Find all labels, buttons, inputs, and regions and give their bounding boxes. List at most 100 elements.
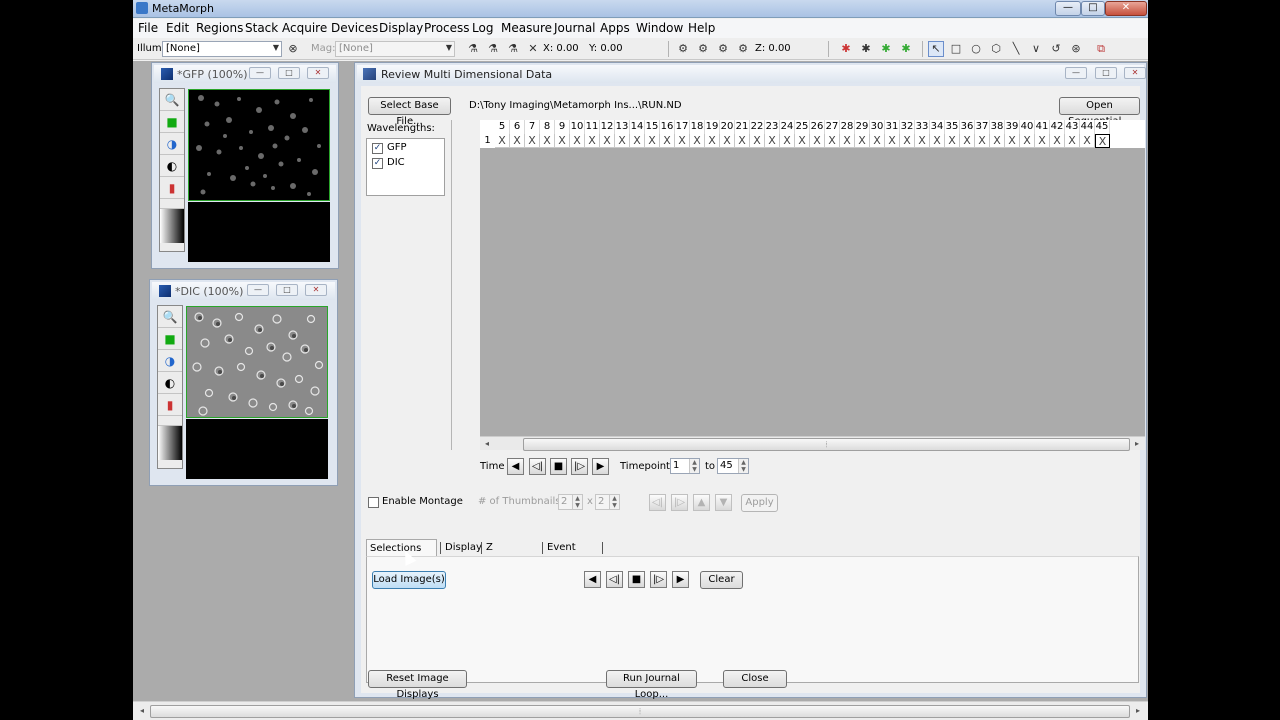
time-step-back-icon[interactable]: ◁| (529, 458, 546, 475)
grid-column-21[interactable]: 21 (735, 120, 750, 134)
menu-display[interactable]: Display (379, 21, 423, 35)
grid-column-26[interactable]: 26 (810, 120, 825, 134)
roi-points-icon[interactable]: ✱ (858, 41, 874, 57)
clear-button[interactable]: Clear (700, 571, 743, 589)
menu-log[interactable]: Log (472, 21, 493, 35)
grid-cell-x[interactable]: X (615, 134, 630, 148)
grid-column-42[interactable]: 42 (1050, 120, 1065, 134)
dic-minimize-button[interactable]: — (247, 284, 269, 296)
arc-tool-icon[interactable]: ↺ (1048, 41, 1064, 57)
grid-cell-x[interactable]: X (495, 134, 510, 148)
grid-cell-x[interactable]: X (900, 134, 915, 148)
select-base-file-button[interactable]: Select Base File... (368, 97, 451, 127)
grid-column-33[interactable]: 33 (915, 120, 930, 134)
grid-cell-x[interactable]: X (585, 134, 600, 148)
grid-column-12[interactable]: 12 (600, 120, 615, 134)
grid-column-11[interactable]: 11 (585, 120, 600, 134)
grid-cell-x[interactable]: X (675, 134, 690, 148)
grid-column-29[interactable]: 29 (855, 120, 870, 134)
grid-cell-x[interactable]: X (840, 134, 855, 148)
stage-move-icon[interactable]: ⚗ (465, 41, 481, 57)
grid-column-31[interactable]: 31 (885, 120, 900, 134)
region-options-icon[interactable]: ⧉ (1093, 41, 1109, 57)
zoom-icon[interactable]: 🔍 (158, 306, 182, 328)
thumb-rows-spinner[interactable]: 2 ▲ ▼ (595, 494, 620, 510)
time-play-forward-icon[interactable]: ▶ (592, 458, 609, 475)
grid-cell-x[interactable]: X (825, 134, 840, 148)
grid-cell-x[interactable]: X (870, 134, 885, 148)
timepoint-grid[interactable]: 5 6 7 8 9 10 11 12 13 14 15 16 17 18 19 20 21 22 23 24 25 26 2… (480, 120, 1145, 451)
grid-column-28[interactable]: 28 (840, 120, 855, 134)
grid-column-32[interactable]: 32 (900, 120, 915, 134)
grid-cell-x[interactable]: X (540, 134, 555, 148)
grid-cell-x[interactable]: X (570, 134, 585, 148)
stage-mark-icon[interactable]: ⚗ (485, 41, 501, 57)
grid-column-5[interactable]: 5 (495, 120, 510, 134)
grid-cell-x[interactable]: X (645, 134, 660, 148)
grid-column-23[interactable]: 23 (765, 120, 780, 134)
dialog-maximize-button[interactable]: □ (1095, 67, 1117, 79)
grid-column-13[interactable]: 13 (615, 120, 630, 134)
roi-tool-icon[interactable]: ✱ (838, 41, 854, 57)
close-dialog-button[interactable]: Close (723, 670, 787, 688)
menu-acquire[interactable]: Acquire (282, 21, 327, 35)
grid-column-7[interactable]: 7 (525, 120, 540, 134)
open-sequential-button[interactable]: Open Sequential... (1059, 97, 1140, 127)
grid-cell-x[interactable]: X (630, 134, 645, 148)
grid-column-20[interactable]: 20 (720, 120, 735, 134)
selection-play-reverse-icon[interactable]: ◀ (584, 571, 601, 588)
scroll-right-icon[interactable]: ▸ (1130, 437, 1144, 451)
grid-column-37[interactable]: 37 (975, 120, 990, 134)
contrast-icon[interactable]: ◐ (158, 372, 182, 394)
grid-row-1[interactable]: 1 XXXXXXXXXXXXXXXXXXXXXXXXXXXXXXXXXXXXXX… (480, 134, 1145, 148)
splitter[interactable] (451, 120, 452, 450)
grid-column-38[interactable]: 38 (990, 120, 1005, 134)
dic-maximize-button[interactable]: □ (276, 284, 298, 296)
montage-last-icon[interactable]: |▷ (671, 494, 688, 511)
spinner-arrows-icon[interactable]: ▲ ▼ (738, 459, 748, 473)
grid-horizontal-scrollbar[interactable]: ◂ ⦙ ▸ (480, 436, 1145, 451)
grid-column-45[interactable]: 45 (1095, 120, 1110, 134)
multiline-tool-icon[interactable]: ∨ (1028, 41, 1044, 57)
grid-column-16[interactable]: 16 (660, 120, 675, 134)
grid-column-36[interactable]: 36 (960, 120, 975, 134)
scroll-left-icon[interactable]: ◂ (480, 437, 494, 451)
grid-column-27[interactable]: 27 (825, 120, 840, 134)
grid-cell-x[interactable]: X (720, 134, 735, 148)
pointer-tool-icon[interactable]: ↖ (928, 41, 944, 57)
tab-event-marks[interactable]: Event marks (544, 539, 581, 571)
time-play-reverse-icon[interactable]: ◀ (507, 458, 524, 475)
stage-xy-icon[interactable]: ✕ (525, 41, 541, 57)
grid-cell-x[interactable]: X (1020, 134, 1035, 148)
grid-cell-x[interactable]: X (1050, 134, 1065, 148)
run-journal-loop-button[interactable]: Run Journal Loop... (606, 670, 697, 700)
dic-image-view[interactable] (186, 306, 328, 418)
grid-cell-x[interactable]: X (1080, 134, 1095, 148)
z-axis-icon[interactable]: ⚙ (735, 41, 751, 57)
grid-column-18[interactable]: 18 (690, 120, 705, 134)
menu-journal[interactable]: Journal (554, 21, 596, 35)
menu-regions[interactable]: Regions (196, 21, 243, 35)
menu-window[interactable]: Window (636, 21, 683, 35)
dic-close-button[interactable]: ✕ (305, 284, 327, 296)
scroll-left-icon[interactable]: ◂ (135, 704, 149, 718)
grid-column-6[interactable]: 6 (510, 120, 525, 134)
gfp-close-button[interactable]: ✕ (307, 67, 329, 79)
grid-cell-x[interactable]: X (990, 134, 1005, 148)
grid-cell-x[interactable]: X (855, 134, 870, 148)
focus-down-icon[interactable]: ⚙ (715, 41, 731, 57)
grid-cell-x[interactable]: X (930, 134, 945, 148)
grid-column-14[interactable]: 14 (630, 120, 645, 134)
dialog-minimize-button[interactable]: — (1065, 67, 1087, 79)
menu-process[interactable]: Process (424, 21, 470, 35)
grid-column-34[interactable]: 34 (930, 120, 945, 134)
gfp-image-view[interactable] (188, 89, 330, 201)
grid-cell-x[interactable]: X (780, 134, 795, 148)
grid-cell-x[interactable]: X (765, 134, 780, 148)
menu-apps[interactable]: Apps (600, 21, 630, 35)
grid-cell-x[interactable]: X (750, 134, 765, 148)
grid-cell-x[interactable]: X (735, 134, 750, 148)
grid-column-22[interactable]: 22 (750, 120, 765, 134)
stage-go-icon[interactable]: ⚗ (505, 41, 521, 57)
gfp-maximize-button[interactable]: □ (278, 67, 300, 79)
